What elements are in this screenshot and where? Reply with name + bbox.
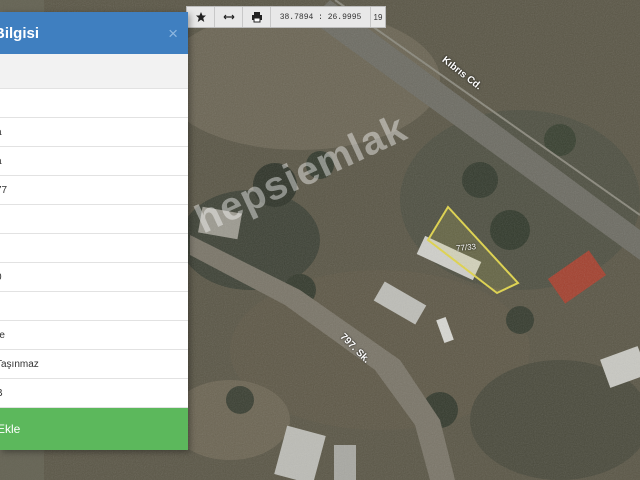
close-icon[interactable]: × xyxy=(168,25,178,42)
info-row xyxy=(0,292,188,321)
info-row: a xyxy=(0,147,188,176)
info-row: re xyxy=(0,321,188,350)
add-button-label: Ekle xyxy=(0,422,21,436)
info-row xyxy=(0,54,188,89)
zoom-level: 19 xyxy=(373,12,383,22)
parcel-info-panel: Bilgisi × a a 77 0 re Taşınmaz B Ekle xyxy=(0,12,188,450)
map-toolbar: 38.7894 : 26.9995 19 xyxy=(186,6,386,28)
print-icon xyxy=(251,12,262,23)
info-row: 77 xyxy=(0,176,188,205)
info-row: B xyxy=(0,379,188,408)
coordinate-readout: 38.7894 : 26.9995 xyxy=(271,7,371,27)
star-icon xyxy=(195,12,206,22)
measure-button[interactable] xyxy=(215,7,243,27)
info-row: 0 xyxy=(0,263,188,292)
info-rows: a a 77 0 re Taşınmaz B xyxy=(0,54,188,408)
panel-title: Bilgisi xyxy=(0,24,40,42)
print-button[interactable] xyxy=(243,7,271,27)
info-row xyxy=(0,234,188,263)
measure-icon xyxy=(223,14,234,20)
info-row: a xyxy=(0,118,188,147)
panel-header: Bilgisi × xyxy=(0,12,188,54)
info-row xyxy=(0,205,188,234)
add-button[interactable]: Ekle xyxy=(0,408,188,450)
favorite-button[interactable] xyxy=(187,7,215,27)
info-row xyxy=(0,89,188,118)
info-row: Taşınmaz xyxy=(0,350,188,379)
parcel-label: 77/33 xyxy=(455,242,477,253)
